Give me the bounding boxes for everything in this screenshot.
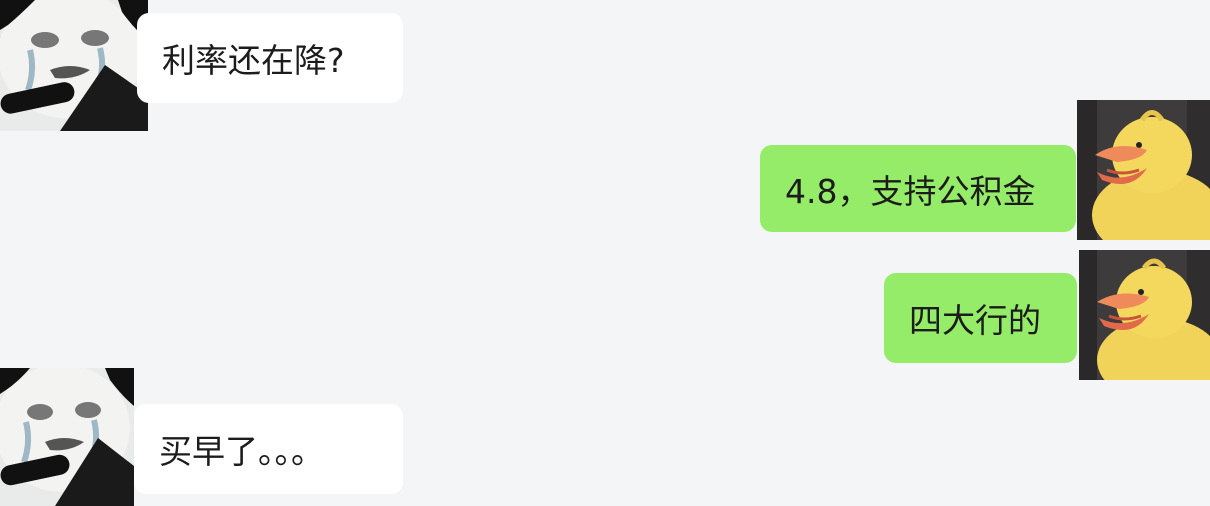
message-bubble-sent[interactable]: 四大行的 bbox=[884, 273, 1077, 363]
panda-face-icon bbox=[0, 0, 148, 131]
message-text: 四大行的 bbox=[909, 301, 1041, 340]
duck-avatar[interactable] bbox=[1079, 250, 1210, 380]
message-text: 利率还在降? bbox=[162, 41, 345, 80]
duck-icon bbox=[1079, 250, 1210, 380]
message-bubble-received[interactable]: 买早了。。。 bbox=[134, 404, 403, 494]
panda-face-icon bbox=[0, 368, 134, 506]
message-text: 买早了。。。 bbox=[159, 432, 324, 471]
duck-avatar[interactable] bbox=[1077, 100, 1210, 240]
duck-icon bbox=[1077, 100, 1210, 240]
message-bubble-sent[interactable]: 4.8，支持公积金 bbox=[760, 145, 1076, 232]
message-bubble-received[interactable]: 利率还在降? bbox=[137, 13, 403, 103]
panda-meme-avatar[interactable] bbox=[0, 0, 148, 131]
message-text: 4.8，支持公积金 bbox=[785, 171, 1036, 211]
panda-meme-avatar[interactable] bbox=[0, 368, 134, 506]
chat-area: 利率还在降? 4.8，支持公积金 四大行的 买早了。。。 bbox=[0, 0, 1210, 506]
